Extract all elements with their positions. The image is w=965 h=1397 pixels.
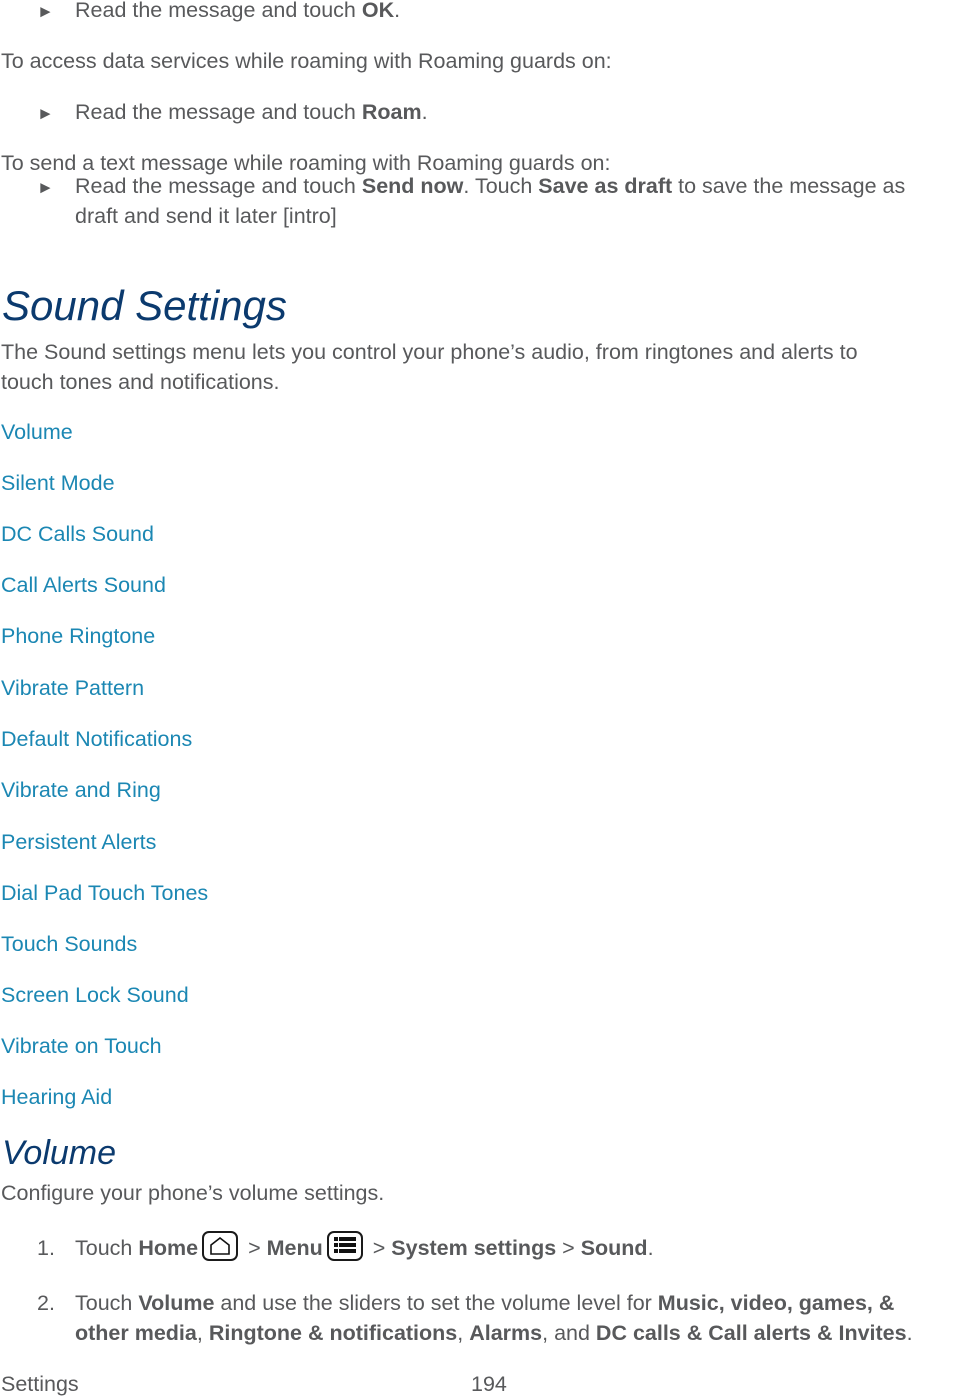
step-2-line2: other media, Ringtone & notifications, A… [75, 1321, 913, 1346]
bullet-text-end: . [421, 100, 428, 124]
bullet-text-end: to save the message as [672, 174, 906, 198]
section-heading-sound-settings: Sound Settings [2, 282, 287, 329]
bullet-text: Read the message and touch [75, 100, 362, 124]
separator: > [556, 1236, 581, 1260]
bold-volume: Volume [138, 1291, 215, 1315]
link-hearing-aid[interactable]: Hearing Aid [1, 1085, 112, 1110]
bullet-text-mid: . Touch [463, 174, 539, 198]
link-call-alerts-sound[interactable]: Call Alerts Sound [1, 573, 166, 598]
bold-ringtone-notifications: Ringtone & notifications [208, 1321, 458, 1345]
bold-system-settings: System settings [391, 1236, 557, 1260]
step-end: . [906, 1321, 913, 1345]
bullet-text-end: . [394, 0, 401, 22]
volume-description: Configure your phone’s volume settings. [1, 1181, 385, 1205]
bullet-text: Read the message and touch [75, 174, 362, 198]
step-text: and use the sliders to set the volume le… [214, 1291, 658, 1315]
bold-send-now: Send now [361, 174, 464, 198]
link-vibrate-and-ring[interactable]: Vibrate and Ring [1, 778, 161, 803]
home-icon [202, 1231, 239, 1262]
triangle-right-icon: ► [37, 104, 54, 123]
paragraph-data-services: To access data services while roaming wi… [1, 49, 612, 73]
link-dial-pad-touch-tones[interactable]: Dial Pad Touch Tones [1, 881, 208, 906]
bold-alarms: Alarms [469, 1321, 543, 1345]
link-vibrate-pattern[interactable]: Vibrate Pattern [1, 676, 144, 701]
sound-settings-description-line2: touch tones and notifications. [1, 370, 280, 394]
link-silent-mode[interactable]: Silent Mode [1, 471, 115, 496]
bold-roam: Roam [361, 100, 422, 124]
separator: , and [542, 1321, 596, 1345]
link-phone-ringtone[interactable]: Phone Ringtone [1, 624, 155, 649]
menu-icon [326, 1231, 363, 1262]
bullet-send-now-line2: draft and send it later [intro] [75, 204, 337, 228]
bold-home: Home [138, 1236, 199, 1260]
link-persistent-alerts[interactable]: Persistent Alerts [1, 830, 156, 855]
step-text: Touch [75, 1236, 139, 1260]
bold-other-media: other media [75, 1321, 197, 1345]
bold-sound: Sound [580, 1236, 648, 1260]
step-number-1: 1. [37, 1236, 55, 1260]
step-2-line1: Touch Volume and use the sliders to set … [75, 1291, 894, 1316]
bold-save-as-draft: Save as draft [538, 174, 673, 198]
bold-menu: Menu [266, 1236, 323, 1260]
footer-page-number: 194 [471, 1372, 507, 1396]
bullet-roam: Read the message and touch Roam. [75, 100, 428, 125]
bold-music-video-games: Music, video, games, & [657, 1291, 895, 1315]
separator: > [366, 1236, 392, 1260]
separator: , [196, 1321, 209, 1345]
link-default-notifications[interactable]: Default Notifications [1, 727, 192, 752]
bullet-send-now: Read the message and touch Send now. Tou… [75, 174, 905, 199]
separator: , [457, 1321, 470, 1345]
link-volume[interactable]: Volume [1, 420, 73, 445]
bullet-text: Read the message and touch [75, 0, 362, 22]
step-end: . [647, 1236, 654, 1260]
step-text: Touch [75, 1291, 139, 1315]
footer-section-name: Settings [1, 1372, 79, 1396]
bullet-ok: Read the message and touch OK. [75, 0, 400, 23]
section-heading-volume: Volume [2, 1134, 117, 1172]
link-dc-calls-sound[interactable]: DC Calls Sound [1, 522, 154, 547]
sound-settings-description-line1: The Sound settings menu lets you control… [1, 340, 858, 364]
step-1: Touch Home > Menu > System settings > So… [75, 1231, 654, 1262]
separator: > [242, 1236, 267, 1260]
paragraph-text-message: To send a text message while roaming wit… [1, 151, 611, 175]
link-touch-sounds[interactable]: Touch Sounds [1, 932, 137, 957]
triangle-right-icon: ► [37, 178, 54, 197]
step-number-2: 2. [37, 1291, 55, 1315]
link-vibrate-on-touch[interactable]: Vibrate on Touch [1, 1034, 162, 1059]
triangle-right-icon: ► [37, 2, 54, 21]
bold-dc-calls: DC calls & Call alerts & Invites [595, 1321, 907, 1345]
bold-ok: OK [361, 0, 395, 22]
link-screen-lock-sound[interactable]: Screen Lock Sound [1, 983, 189, 1008]
